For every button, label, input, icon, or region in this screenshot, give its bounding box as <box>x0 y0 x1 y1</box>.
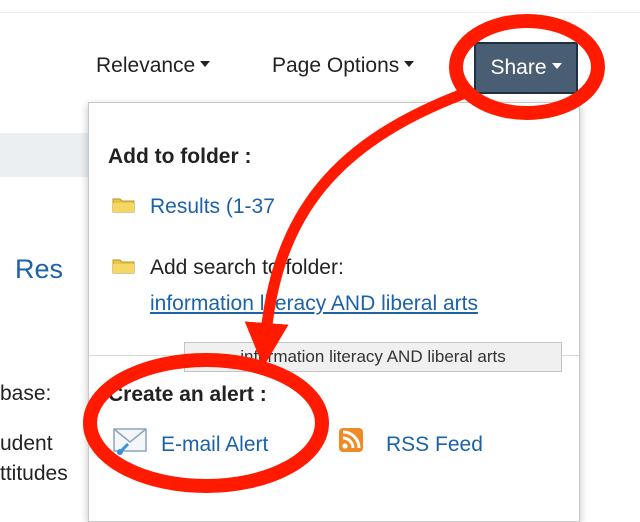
share-label: Share <box>490 56 547 79</box>
add-search-to-folder-label: Add search to folder: <box>150 256 344 279</box>
folder-icon <box>112 198 135 213</box>
sort-label: Relevance <box>96 54 196 77</box>
results-folder-link[interactable]: Results (1-37 <box>150 195 275 219</box>
chevron-down-icon <box>551 63 562 69</box>
search-query-link[interactable]: information literacy AND liberal arts <box>150 292 478 316</box>
database-label-fragment: base: <box>0 382 52 405</box>
rss-feed-link[interactable]: RSS Feed <box>386 433 483 457</box>
create-alert-heading: Create an alert : <box>108 383 267 406</box>
chevron-down-icon <box>404 61 415 68</box>
rss-feed-icon <box>339 428 363 452</box>
sort-relevance-dropdown[interactable]: Relevance <box>96 54 211 78</box>
page-options-label: Page Options <box>272 54 400 77</box>
envelope-icon <box>113 428 147 456</box>
share-dropdown-menu: Add to folder : Results (1-37 Add search… <box>88 102 580 522</box>
result-text-fragment: udent <box>0 432 53 455</box>
result-text-fragment: ttitudes <box>0 462 68 485</box>
add-to-folder-heading: Add to folder : <box>108 145 252 168</box>
share-button[interactable]: Share <box>474 42 578 94</box>
search-query-tooltip: information literacy AND liberal arts <box>184 342 562 372</box>
email-alert-link[interactable]: E-mail Alert <box>161 433 268 457</box>
chevron-down-icon <box>200 61 211 68</box>
folder-icon <box>112 259 135 274</box>
top-border <box>0 0 640 13</box>
page-options-dropdown[interactable]: Page Options <box>272 54 415 78</box>
results-heading-fragment: Res <box>15 254 64 284</box>
